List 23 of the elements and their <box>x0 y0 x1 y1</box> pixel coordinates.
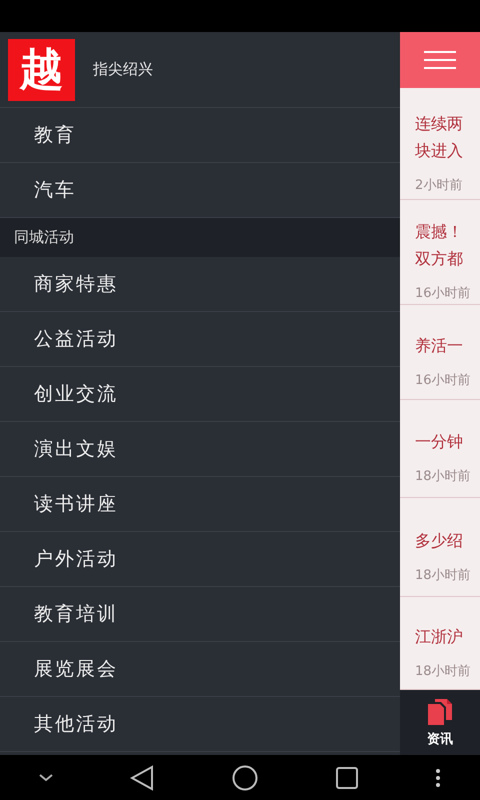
section-header: 同城活动 <box>0 218 400 257</box>
article-time: 2小时前 <box>415 176 464 194</box>
news-tab[interactable]: 资讯 <box>400 690 480 755</box>
recents-icon[interactable] <box>336 766 358 788</box>
back-icon[interactable] <box>130 764 154 790</box>
home-icon[interactable] <box>232 764 258 790</box>
menu-icon[interactable] <box>424 51 456 69</box>
article-title[interactable]: 一分钟 <box>415 428 480 455</box>
article-time: 18小时前 <box>415 662 472 680</box>
document-icon <box>426 698 454 726</box>
app-title: 指尖绍兴 <box>93 60 153 79</box>
article-title[interactable]: 江浙沪 <box>415 622 480 650</box>
article-time: 18小时前 <box>415 468 472 485</box>
article-time: 18小时前 <box>415 566 472 584</box>
article-title[interactable]: 震撼！ 双方都 <box>415 218 480 272</box>
chevron-down-icon[interactable] <box>38 774 53 782</box>
article-time: 16小时前 <box>415 285 472 302</box>
article-title[interactable]: 连续两 块进入 <box>415 110 480 164</box>
app-logo: 越 <box>8 38 75 100</box>
article-title[interactable]: 多少绍 <box>415 526 480 554</box>
more-icon[interactable] <box>435 768 442 786</box>
article-time: 16小时前 <box>415 372 472 388</box>
article-title[interactable]: 养活一 <box>415 332 480 358</box>
